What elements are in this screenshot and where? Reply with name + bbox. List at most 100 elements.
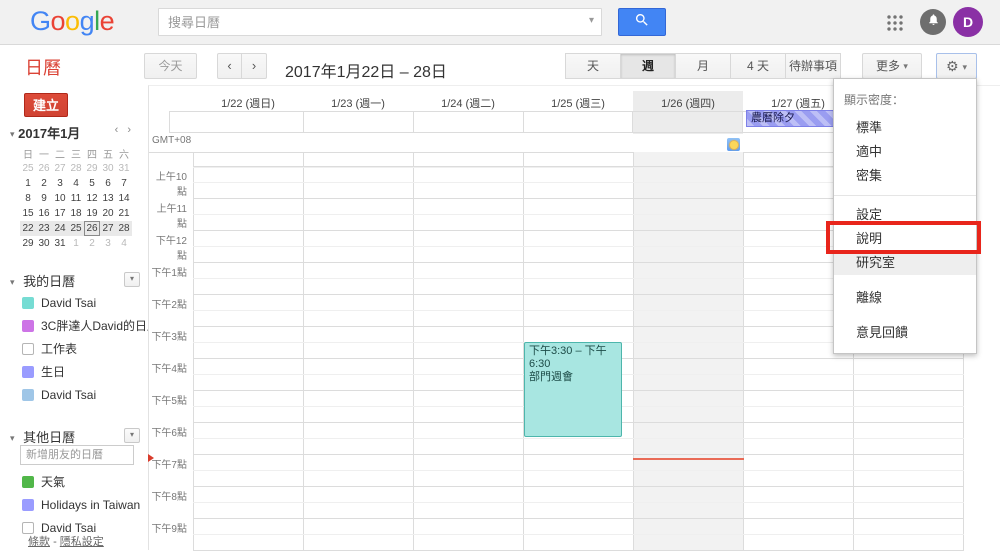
calendar-list-item[interactable]: 生日 <box>0 360 159 383</box>
other-calendars-menu-button[interactable]: ▾ <box>124 428 140 443</box>
mini-calendar-day[interactable]: 27 <box>52 161 68 176</box>
mini-calendar-day[interactable]: 12 <box>84 191 100 206</box>
collapse-caret-icon[interactable]: ▾ <box>10 433 15 443</box>
mini-calendar-day[interactable]: 29 <box>20 236 36 251</box>
mini-calendar-day[interactable]: 3 <box>100 236 116 251</box>
mini-calendar-day[interactable]: 2 <box>84 236 100 251</box>
day-header-label[interactable]: 1/24 (週二) <box>413 95 523 111</box>
menu-item[interactable]: 設定 <box>834 203 976 227</box>
terms-link[interactable]: 條款 <box>28 536 50 548</box>
mini-calendar-day[interactable]: 28 <box>68 161 84 176</box>
collapse-caret-icon[interactable]: ▾ <box>10 129 15 139</box>
mini-calendar-day[interactable]: 28 <box>116 221 132 236</box>
more-button[interactable]: 更多 ▾ <box>862 53 922 79</box>
mini-calendar-day[interactable]: 11 <box>68 191 84 206</box>
add-friend-calendar-input[interactable] <box>20 445 134 465</box>
mini-calendar-day[interactable]: 10 <box>52 191 68 206</box>
calendar-color-swatch[interactable] <box>22 522 34 534</box>
mini-calendar-day[interactable]: 31 <box>116 161 132 176</box>
all-day-cell[interactable] <box>169 112 303 132</box>
mini-calendar-day[interactable]: 26 <box>84 221 100 236</box>
mini-calendar-day[interactable]: 20 <box>100 206 116 221</box>
menu-item[interactable]: 意見回饋 <box>834 321 976 345</box>
all-day-cell[interactable] <box>303 112 413 132</box>
today-button[interactable]: 今天 <box>144 53 197 79</box>
mini-calendar-day[interactable]: 19 <box>84 206 100 221</box>
calendar-color-swatch[interactable] <box>22 343 34 355</box>
calendar-color-swatch[interactable] <box>22 320 34 332</box>
mini-calendar-day[interactable]: 25 <box>20 161 36 176</box>
calendar-list-item[interactable]: 3C胖達人David的日曆 <box>0 314 159 337</box>
mini-calendar-day[interactable]: 8 <box>20 191 36 206</box>
calendar-list-item[interactable]: Holidays in Taiwan <box>0 493 140 516</box>
mini-calendar-day[interactable]: 14 <box>116 191 132 206</box>
calendar-color-swatch[interactable] <box>22 297 34 309</box>
mini-calendar-day[interactable]: 30 <box>36 236 52 251</box>
mini-calendar-day[interactable]: 30 <box>100 161 116 176</box>
privacy-link[interactable]: 隱私設定 <box>60 536 104 548</box>
day-header-label[interactable]: 1/22 (週日) <box>193 95 303 111</box>
menu-item-density[interactable]: 適中 <box>834 140 976 164</box>
all-day-cell[interactable] <box>413 112 523 132</box>
day-header-label[interactable]: 1/25 (週三) <box>523 95 633 111</box>
weather-sun-icon[interactable] <box>727 138 740 151</box>
my-calendars-header[interactable]: ▾ 我的日曆 <box>10 271 75 290</box>
calendar-color-swatch[interactable] <box>22 499 34 511</box>
mini-calendar-day[interactable]: 17 <box>52 206 68 221</box>
mini-calendar-day[interactable]: 4 <box>116 236 132 251</box>
create-event-button[interactable]: 建立 <box>24 93 68 117</box>
mini-calendar-day[interactable]: 15 <box>20 206 36 221</box>
search-button[interactable] <box>618 8 666 36</box>
menu-item[interactable]: 研究室 <box>834 251 976 275</box>
google-logo[interactable]: Google <box>30 6 114 37</box>
view-tab[interactable]: 月 <box>676 53 731 79</box>
view-tab[interactable]: 週 <box>621 53 676 79</box>
mini-calendar-day[interactable]: 6 <box>100 176 116 191</box>
menu-item-density[interactable]: 標準 <box>834 116 976 140</box>
all-day-cell[interactable] <box>523 112 633 132</box>
calendar-list-item[interactable]: David Tsai <box>0 291 159 314</box>
mini-calendar-day[interactable]: 9 <box>36 191 52 206</box>
notifications-button[interactable] <box>920 9 946 35</box>
mini-calendar-day[interactable]: 23 <box>36 221 52 236</box>
mini-calendar-day[interactable]: 31 <box>52 236 68 251</box>
next-week-button[interactable]: › <box>242 53 267 79</box>
menu-item[interactable]: 說明 <box>834 227 976 251</box>
day-header-label[interactable]: 1/23 (週一) <box>303 95 413 111</box>
mini-calendar-day[interactable]: 3 <box>52 176 68 191</box>
view-tab[interactable]: 待辦事項 <box>786 53 841 79</box>
view-tab[interactable]: 天 <box>566 53 621 79</box>
my-calendars-menu-button[interactable]: ▾ <box>124 272 140 287</box>
mini-calendar-day[interactable]: 1 <box>20 176 36 191</box>
mini-calendar-day[interactable]: 27 <box>100 221 116 236</box>
view-tab[interactable]: 4 天 <box>731 53 786 79</box>
mini-calendar-day[interactable]: 18 <box>68 206 84 221</box>
account-avatar[interactable]: D <box>953 7 983 37</box>
calendar-color-swatch[interactable] <box>22 476 34 488</box>
other-calendars-header[interactable]: ▾ 其他日曆 <box>10 427 75 446</box>
calendar-list-item[interactable]: 天氣 <box>0 470 140 493</box>
calendar-color-swatch[interactable] <box>22 389 34 401</box>
mini-calendar-day[interactable]: 22 <box>20 221 36 236</box>
mini-calendar-day[interactable]: 4 <box>68 176 84 191</box>
collapse-caret-icon[interactable]: ▾ <box>10 277 15 287</box>
menu-item[interactable]: 離線 <box>834 286 976 310</box>
menu-item-density[interactable]: 密集 <box>834 164 976 188</box>
mini-calendar-day[interactable]: 24 <box>52 221 68 236</box>
mini-calendar-day[interactable]: 25 <box>68 221 84 236</box>
mini-calendar-day[interactable]: 5 <box>84 176 100 191</box>
mini-calendar-day[interactable]: 16 <box>36 206 52 221</box>
mini-calendar-day[interactable]: 7 <box>116 176 132 191</box>
calendar-list-item[interactable]: 工作表 <box>0 337 159 360</box>
calendar-color-swatch[interactable] <box>22 366 34 378</box>
search-options-caret-icon[interactable]: ▾ <box>589 15 594 26</box>
prev-week-button[interactable]: ‹ <box>217 53 242 79</box>
calendar-list-item[interactable]: David Tsai <box>0 383 159 406</box>
mini-calendar-day[interactable]: 21 <box>116 206 132 221</box>
mini-calendar-day[interactable]: 29 <box>84 161 100 176</box>
settings-gear-button[interactable]: ⚙ ▾ <box>936 53 977 79</box>
day-header-label[interactable]: 1/26 (週四) <box>633 95 743 111</box>
mini-next-button[interactable]: › <box>124 124 134 136</box>
apps-grid-icon[interactable] <box>886 14 903 31</box>
mini-calendar-day[interactable]: 26 <box>36 161 52 176</box>
